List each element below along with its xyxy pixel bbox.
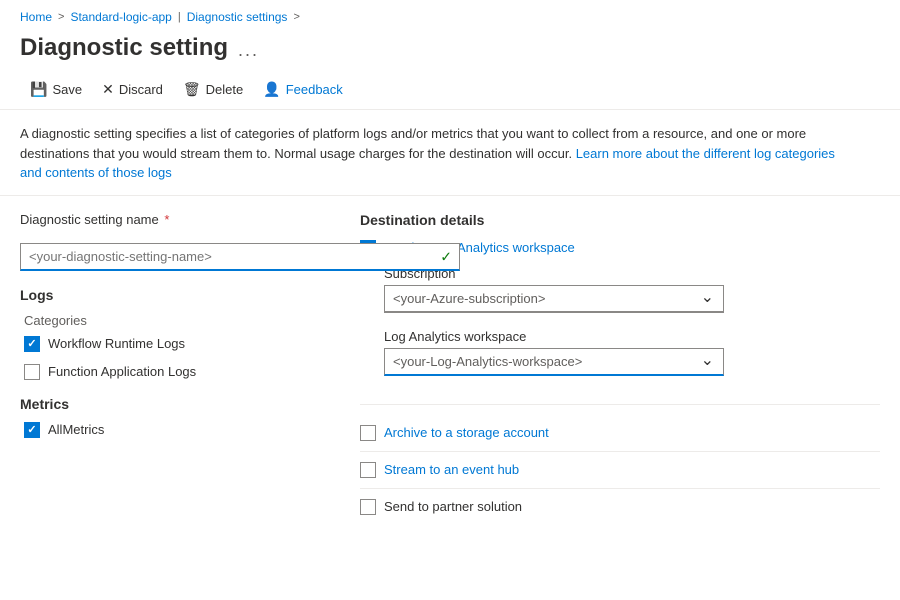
workflow-logs-label[interactable]: Workflow Runtime Logs <box>48 336 185 351</box>
save-label: Save <box>52 82 82 97</box>
delete-icon: 🗑 <box>183 81 201 98</box>
partner-checkbox[interactable] <box>360 499 376 515</box>
workspace-label: Log Analytics workspace <box>384 329 880 344</box>
workspace-select-wrapper: <your-Log-Analytics-workspace> <box>384 348 724 376</box>
allmetrics-row: AllMetrics <box>24 422 330 438</box>
left-panel: Diagnostic setting name * ✓ Logs Categor… <box>20 212 330 525</box>
breadcrumb-sep3: > <box>293 11 299 23</box>
ellipsis-button[interactable]: ... <box>238 40 259 61</box>
breadcrumb-section[interactable]: Diagnostic settings <box>187 10 288 24</box>
allmetrics-checkbox[interactable] <box>24 422 40 438</box>
divider <box>0 195 900 196</box>
event-hub-checkbox[interactable] <box>360 462 376 478</box>
storage-row: Archive to a storage account <box>360 415 880 452</box>
partner-row: Send to partner solution <box>360 489 880 525</box>
discard-icon: ✕ <box>102 81 114 98</box>
subscription-select-wrapper: <your-Azure-subscription> <box>384 285 724 313</box>
feedback-button[interactable]: 👤 Feedback <box>253 76 353 103</box>
breadcrumb-sep2: | <box>178 11 181 23</box>
subscription-select[interactable]: <your-Azure-subscription> <box>384 285 724 313</box>
storage-label[interactable]: Archive to a storage account <box>384 425 549 440</box>
partner-label[interactable]: Send to partner solution <box>384 499 522 514</box>
metrics-section: Metrics AllMetrics <box>20 396 330 438</box>
logs-section-title: Logs <box>20 287 330 303</box>
breadcrumb: Home > Standard-logic-app | Diagnostic s… <box>0 0 900 30</box>
workflow-logs-checkbox[interactable] <box>24 336 40 352</box>
page-title: Diagnostic setting <box>20 34 228 62</box>
categories-label: Categories <box>24 313 330 328</box>
metrics-title: Metrics <box>20 396 330 412</box>
feedback-label: Feedback <box>286 82 343 97</box>
name-input-wrapper-outer: ✓ <box>20 243 330 271</box>
breadcrumb-home[interactable]: Home <box>20 10 52 24</box>
allmetrics-label[interactable]: AllMetrics <box>48 422 104 437</box>
name-field-row: Diagnostic setting name * <box>20 212 330 227</box>
discard-label: Discard <box>119 82 163 97</box>
main-content: Diagnostic setting name * ✓ Logs Categor… <box>0 198 900 525</box>
toolbar: 💾 Save ✕ Discard 🗑 Delete 👤 Feedback <box>0 70 900 110</box>
function-logs-row: Function Application Logs <box>24 364 330 380</box>
workspace-select[interactable]: <your-Log-Analytics-workspace> <box>384 348 724 376</box>
function-logs-label[interactable]: Function Application Logs <box>48 364 196 379</box>
save-icon: 💾 <box>30 81 47 98</box>
event-hub-label[interactable]: Stream to an event hub <box>384 462 519 477</box>
workflow-logs-row: Workflow Runtime Logs <box>24 336 330 352</box>
delete-button[interactable]: 🗑 Delete <box>173 76 253 103</box>
breadcrumb-app[interactable]: Standard-logic-app <box>70 10 171 24</box>
storage-checkbox[interactable] <box>360 425 376 441</box>
diagnostic-setting-name-input[interactable] <box>20 243 460 271</box>
description-box: A diagnostic setting specifies a list of… <box>0 110 860 193</box>
function-logs-checkbox[interactable] <box>24 364 40 380</box>
name-input-wrapper: ✓ <box>20 243 460 271</box>
required-marker: * <box>161 212 170 227</box>
delete-label: Delete <box>206 82 244 97</box>
feedback-icon: 👤 <box>263 81 280 98</box>
page-title-row: Diagnostic setting ... <box>0 30 900 70</box>
destination-title: Destination details <box>360 212 880 228</box>
save-button[interactable]: 💾 Save <box>20 76 92 103</box>
workspace-field-group: Log Analytics workspace <your-Log-Analyt… <box>384 329 880 380</box>
subscription-field-group: Subscription <your-Azure-subscription> <box>384 266 880 317</box>
breadcrumb-sep1: > <box>58 11 64 23</box>
event-hub-row: Stream to an event hub <box>360 452 880 489</box>
discard-button[interactable]: ✕ Discard <box>92 76 173 103</box>
name-label: Diagnostic setting name * <box>20 212 169 227</box>
input-valid-icon: ✓ <box>440 248 452 265</box>
